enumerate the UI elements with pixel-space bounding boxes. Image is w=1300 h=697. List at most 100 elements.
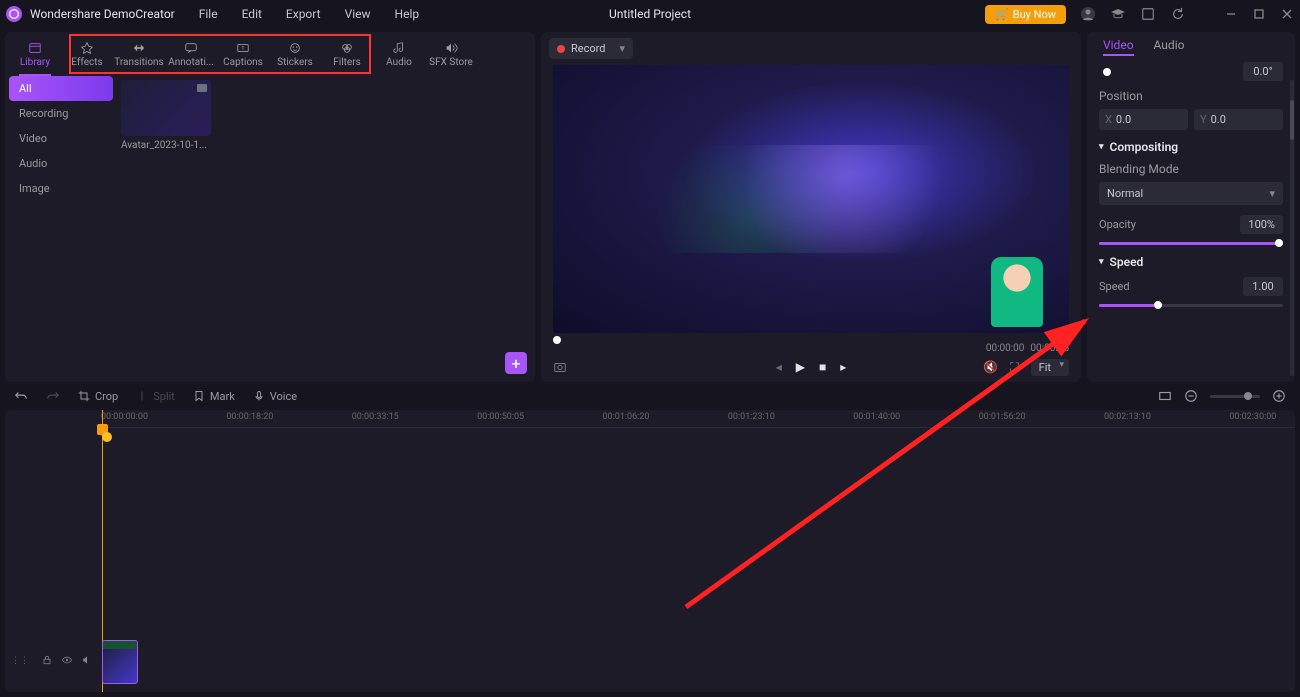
graduation-icon[interactable] (1110, 6, 1126, 22)
mute-icon[interactable] (81, 654, 95, 668)
snapshot-icon[interactable] (553, 360, 567, 374)
opacity-value[interactable]: 100% (1240, 215, 1283, 234)
menu-view[interactable]: View (345, 7, 371, 21)
scrollbar[interactable] (1290, 80, 1294, 376)
preview-panel: Record ▾ Export 00:00:00 00:00:05 ◂ ▶ (541, 32, 1081, 382)
rotate-row: 0.0° (1099, 62, 1283, 81)
menu-help[interactable]: Help (395, 7, 420, 21)
lock-icon[interactable] (41, 654, 55, 668)
speed-slider[interactable] (1099, 304, 1283, 307)
tab-captions[interactable]: TCaptions (217, 34, 269, 74)
close-icon[interactable] (1280, 7, 1294, 21)
play-icon[interactable]: ▶ (796, 360, 805, 374)
speed-slider-thumb[interactable] (1154, 301, 1162, 309)
tab-sfx[interactable]: SFX Store (425, 34, 477, 74)
ruler-tick: 00:01:56:20 (979, 412, 1026, 422)
refresh-icon[interactable] (1170, 6, 1186, 22)
media-tabbar: Library Effects Transitions Annotati... … (5, 32, 535, 76)
menu-items: File Edit Export View Help (199, 7, 419, 21)
app-logo-icon (6, 6, 22, 22)
property-body: 0.0° Position X0.0 Y0.0 Compositing Blen… (1095, 56, 1287, 382)
timeline-ruler[interactable]: 00:00:00:00 00:00:18:20 00:00:33:15 00:0… (101, 410, 1295, 428)
menu-edit[interactable]: Edit (242, 7, 262, 21)
feedback-icon[interactable] (1140, 6, 1156, 22)
lib-cat-image[interactable]: Image (5, 176, 117, 201)
timeline-clip[interactable] (102, 640, 138, 684)
record-dot-icon (557, 45, 565, 53)
crop-label: Crop (95, 390, 118, 403)
record-button[interactable]: Record ▾ (549, 38, 633, 59)
time-display: 00:00:00 00:00:05 (541, 343, 1081, 354)
tab-stickers[interactable]: Stickers (269, 34, 321, 74)
speed-section-head[interactable]: Speed (1099, 255, 1283, 269)
blend-mode-select[interactable]: Normal (1099, 182, 1283, 205)
split-tool[interactable]: Split (136, 390, 175, 403)
timeline: ⋮⋮ 00:00:00:00 00:00:18:20 00:00:33:15 0… (5, 410, 1295, 692)
prev-frame-icon[interactable]: ◂ (776, 360, 782, 374)
zoom-slider[interactable] (1210, 395, 1260, 398)
mark-tool[interactable]: Mark (193, 390, 235, 403)
tab-audio-label: Audio (386, 57, 412, 68)
prop-tab-audio[interactable]: Audio (1154, 38, 1185, 56)
lib-cat-all[interactable]: All (9, 76, 113, 101)
timeline-marker[interactable] (102, 432, 112, 442)
time-current: 00:00:00 (986, 343, 1025, 354)
rotate-slider-thumb[interactable] (1103, 68, 1111, 76)
account-icon[interactable] (1080, 6, 1096, 22)
tab-effects-label: Effects (71, 57, 102, 68)
ruler-tick: 00:02:13:10 (1104, 412, 1151, 422)
compositing-section-head[interactable]: Compositing (1099, 140, 1283, 154)
preview-viewport[interactable] (553, 65, 1069, 333)
fullscreen-icon[interactable]: ⛶ (1010, 360, 1018, 375)
position-y-value: 0.0 (1211, 113, 1226, 126)
minimize-icon[interactable] (1224, 7, 1238, 21)
project-title: Untitled Project (609, 7, 691, 21)
prop-tab-video[interactable]: Video (1103, 38, 1134, 56)
zoom-in-icon[interactable] (1272, 389, 1286, 403)
fit-timeline-icon[interactable] (1158, 389, 1172, 403)
tab-annotations[interactable]: Annotati... (165, 34, 217, 74)
tab-audio[interactable]: Audio (373, 34, 425, 74)
position-x-input[interactable]: X0.0 (1099, 109, 1188, 130)
menu-export[interactable]: Export (286, 7, 321, 21)
ruler-tick: 00:00:18:20 (226, 412, 273, 422)
rotate-value[interactable]: 0.0° (1243, 62, 1283, 81)
menu-file[interactable]: File (199, 7, 218, 21)
timeline-tracks[interactable]: 00:00:00:00 00:00:18:20 00:00:33:15 00:0… (101, 410, 1295, 692)
tab-transitions-label: Transitions (114, 57, 163, 68)
blend-mode-label: Blending Mode (1099, 162, 1283, 176)
lib-cat-recording[interactable]: Recording (5, 101, 117, 126)
next-frame-icon[interactable]: ▸ (840, 360, 846, 374)
opacity-slider[interactable] (1099, 242, 1283, 245)
voice-tool[interactable]: Voice (253, 390, 297, 403)
undo-icon[interactable] (14, 389, 28, 403)
timeline-track-headers: ⋮⋮ (5, 410, 101, 692)
zoom-out-icon[interactable] (1184, 389, 1198, 403)
crop-tool[interactable]: Crop (78, 390, 118, 403)
timeline-toolbar-right (1158, 389, 1286, 403)
eye-icon[interactable] (61, 654, 75, 668)
buy-now-button[interactable]: 🛒 Buy Now (985, 5, 1066, 24)
speed-value[interactable]: 1.00 (1243, 277, 1283, 296)
import-media-button[interactable]: + (505, 352, 527, 374)
library-content: Avatar_2023-10-1... + (117, 76, 535, 382)
position-y-input[interactable]: Y0.0 (1194, 109, 1283, 130)
zoom-fit-select[interactable]: Fit (1031, 359, 1069, 376)
lib-cat-audio[interactable]: Audio (5, 151, 117, 176)
maximize-icon[interactable] (1252, 7, 1266, 21)
lib-cat-video[interactable]: Video (5, 126, 117, 151)
tab-library[interactable]: Library (9, 34, 61, 74)
redo-icon[interactable] (46, 389, 60, 403)
media-thumbnail[interactable] (121, 80, 211, 136)
ruler-tick: 00:01:06:20 (602, 412, 649, 422)
tab-filters[interactable]: Filters (321, 34, 373, 74)
voice-label: Voice (270, 390, 297, 403)
ruler-tick: 00:01:40:00 (853, 412, 900, 422)
volume-icon[interactable]: 🔇 (983, 360, 998, 374)
property-tabs: Video Audio (1095, 32, 1287, 56)
opacity-slider-thumb[interactable] (1275, 239, 1283, 247)
tab-effects[interactable]: Effects (61, 34, 113, 74)
stop-icon[interactable]: ■ (819, 360, 826, 374)
tab-transitions[interactable]: Transitions (113, 34, 165, 74)
opacity-label: Opacity (1099, 218, 1136, 231)
